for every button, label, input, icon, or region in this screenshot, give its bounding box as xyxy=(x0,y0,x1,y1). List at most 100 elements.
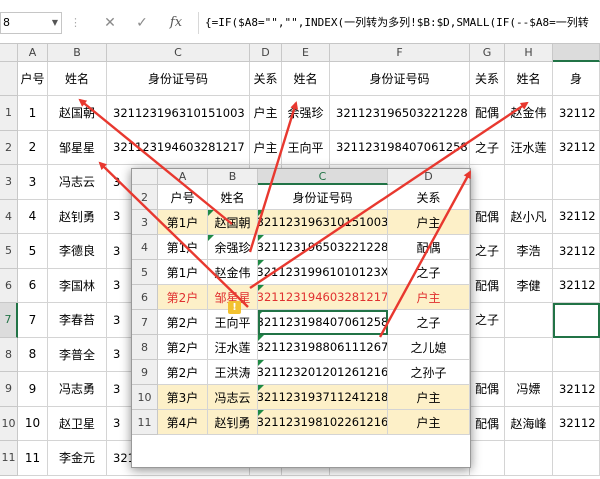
name-box[interactable]: 8 ▼ xyxy=(0,12,62,34)
row-header-1[interactable] xyxy=(0,62,18,96)
data-cell[interactable]: 321123198407061258 xyxy=(330,130,470,165)
data-cell[interactable] xyxy=(505,165,553,200)
column-header-e[interactable]: E xyxy=(282,44,330,62)
data-cell[interactable]: 赵海峰 xyxy=(505,406,553,441)
data-cell[interactable]: 4 xyxy=(18,199,48,234)
data-cell[interactable]: 配偶 xyxy=(470,268,505,303)
data-cell[interactable]: 之子 xyxy=(470,130,505,165)
data-cell[interactable]: 冯嫖 xyxy=(505,372,553,407)
data-cell[interactable]: 32112 xyxy=(553,406,600,441)
row-header[interactable]: 1 xyxy=(0,96,18,131)
data-cell[interactable]: 配偶 xyxy=(470,199,505,234)
header-cell[interactable]: 身份证号码 xyxy=(107,62,250,96)
active-cell-selection[interactable] xyxy=(553,303,600,338)
row-header[interactable]: 2 xyxy=(0,130,18,165)
data-cell[interactable]: 7 xyxy=(18,303,48,338)
data-cell[interactable]: 余强珍 xyxy=(282,96,330,131)
column-header-d[interactable]: D xyxy=(250,44,282,62)
data-cell[interactable] xyxy=(505,337,553,372)
data-cell[interactable]: 32112 xyxy=(553,268,600,303)
data-cell[interactable]: 赵钊勇 xyxy=(48,199,107,234)
data-cell[interactable] xyxy=(553,441,600,476)
header-cell[interactable]: 身 xyxy=(553,62,600,96)
data-cell[interactable]: 配偶 xyxy=(470,406,505,441)
header-cell[interactable]: 关系 xyxy=(470,62,505,96)
data-cell[interactable]: 李健 xyxy=(505,268,553,303)
header-cell[interactable]: 姓名 xyxy=(505,62,553,96)
data-cell[interactable] xyxy=(470,337,505,372)
data-cell[interactable]: 李浩 xyxy=(505,234,553,269)
data-cell[interactable] xyxy=(470,441,505,476)
data-cell[interactable] xyxy=(553,165,600,200)
data-cell[interactable]: 321123196503221228 xyxy=(330,96,470,131)
header-cell[interactable]: 身份证号码 xyxy=(330,62,470,96)
data-cell[interactable]: 李普全 xyxy=(48,337,107,372)
header-cell[interactable]: 姓名 xyxy=(48,62,107,96)
data-cell[interactable]: 321123194603281217 xyxy=(107,130,250,165)
insert-function-icon[interactable]: fx xyxy=(164,12,188,34)
data-cell[interactable]: 32112 xyxy=(553,372,600,407)
data-cell[interactable]: 配偶 xyxy=(470,372,505,407)
data-cell[interactable] xyxy=(470,165,505,200)
data-cell[interactable]: 冯志云 xyxy=(48,165,107,200)
data-cell[interactable]: 赵国朝 xyxy=(48,96,107,131)
data-cell[interactable]: 1 xyxy=(18,96,48,131)
data-cell[interactable]: 32112 xyxy=(553,234,600,269)
data-cell[interactable]: 配偶 xyxy=(470,96,505,131)
chevron-down-icon[interactable]: ▼ xyxy=(52,13,58,33)
formula-input[interactable]: {=IF($A8="","",INDEX(一列转为多列!$B:$D,SMALL(… xyxy=(198,12,600,34)
row-header[interactable]: 11 xyxy=(0,441,18,476)
row-header[interactable]: 6 xyxy=(0,268,18,303)
row-header[interactable]: 3 xyxy=(0,165,18,200)
data-cell[interactable] xyxy=(505,441,553,476)
select-all-corner[interactable] xyxy=(0,44,18,62)
row-header[interactable]: 10 xyxy=(0,406,18,441)
data-cell[interactable]: 之子 xyxy=(470,234,505,269)
data-cell[interactable]: 2 xyxy=(18,130,48,165)
data-cell[interactable]: 5 xyxy=(18,234,48,269)
data-cell[interactable]: 汪水莲 xyxy=(505,130,553,165)
data-cell[interactable]: 赵卫星 xyxy=(48,406,107,441)
data-cell[interactable]: 3 xyxy=(18,165,48,200)
data-cell[interactable]: 10 xyxy=(18,406,48,441)
data-cell[interactable]: 李德良 xyxy=(48,234,107,269)
data-cell[interactable]: 冯志勇 xyxy=(48,372,107,407)
row-header[interactable]: 5 xyxy=(0,234,18,269)
data-cell[interactable]: 王向平 xyxy=(282,130,330,165)
data-cell[interactable]: 邹星星 xyxy=(48,130,107,165)
column-header-f[interactable]: F xyxy=(330,44,470,62)
column-header-a[interactable]: A xyxy=(18,44,48,62)
row-header[interactable]: 4 xyxy=(0,199,18,234)
data-cell[interactable]: 户主 xyxy=(250,96,282,131)
column-header-next[interactable] xyxy=(553,44,600,62)
cancel-icon[interactable]: ✕ xyxy=(98,12,122,34)
column-header-b[interactable]: B xyxy=(48,44,107,62)
data-cell[interactable]: 户主 xyxy=(250,130,282,165)
data-cell[interactable]: 之子 xyxy=(470,303,505,338)
column-header-g[interactable]: G xyxy=(470,44,505,62)
data-cell[interactable]: 11 xyxy=(18,441,48,476)
data-cell[interactable]: 赵金伟 xyxy=(505,96,553,131)
column-header-h[interactable]: H xyxy=(505,44,553,62)
warning-icon[interactable]: ! xyxy=(228,301,241,314)
header-cell[interactable]: 户号 xyxy=(18,62,48,96)
data-cell[interactable]: 8 xyxy=(18,337,48,372)
row-header[interactable]: 7 xyxy=(0,303,18,338)
row-header[interactable]: 8 xyxy=(0,337,18,372)
data-cell[interactable] xyxy=(553,337,600,372)
data-cell[interactable]: 32112 xyxy=(553,199,600,234)
data-cell[interactable]: 李国林 xyxy=(48,268,107,303)
data-cell[interactable]: 9 xyxy=(18,372,48,407)
data-cell[interactable]: 李金元 xyxy=(48,441,107,476)
column-header-c[interactable]: C xyxy=(107,44,250,62)
data-cell[interactable]: 32112 xyxy=(553,130,600,165)
data-cell[interactable]: 6 xyxy=(18,268,48,303)
header-cell[interactable]: 姓名 xyxy=(282,62,330,96)
data-cell[interactable]: 321123196310151003 xyxy=(107,96,250,131)
header-cell[interactable]: 关系 xyxy=(250,62,282,96)
data-cell[interactable]: 李春苔 xyxy=(48,303,107,338)
data-cell[interactable]: 32112 xyxy=(553,96,600,131)
confirm-icon[interactable]: ✓ xyxy=(130,12,154,34)
data-cell[interactable]: 赵小凡 xyxy=(505,199,553,234)
row-header[interactable]: 9 xyxy=(0,372,18,407)
